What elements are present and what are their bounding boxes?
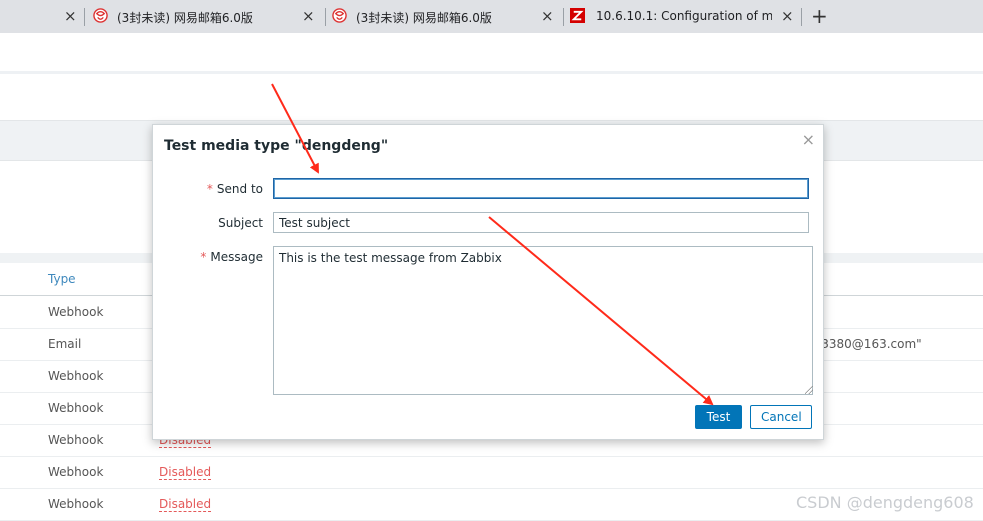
tab-title: 10.6.10.1: Configuration of media xyxy=(596,9,772,23)
browser-tab-netease-2[interactable]: (3封未读) 网易邮箱6.0版 × xyxy=(326,0,563,33)
subject-input[interactable] xyxy=(273,212,809,233)
watermark: CSDN @dengdeng608 xyxy=(796,493,974,512)
new-tab-button[interactable]: + xyxy=(811,4,828,28)
row-type: Webhook xyxy=(48,305,104,319)
tab-title: (3封未读) 网易邮箱6.0版 xyxy=(117,11,253,25)
close-icon[interactable]: × xyxy=(802,130,815,149)
message-textarea[interactable]: This is the test message from Zabbix xyxy=(273,246,813,395)
browser-tab-netease-1[interactable]: (3封未读) 网易邮箱6.0版 × xyxy=(85,0,325,33)
subject-label: Subject xyxy=(218,216,263,230)
status-disabled-link[interactable]: Disabled xyxy=(159,497,212,512)
row-type: Email xyxy=(48,337,82,351)
zabbix-icon xyxy=(570,8,585,23)
tab-title: (3封未读) 网易邮箱6.0版 xyxy=(356,11,492,25)
textarea-resize-handle[interactable] xyxy=(805,386,813,394)
browser-tab-previous[interactable]: × xyxy=(0,0,84,33)
page-divider xyxy=(0,71,983,74)
required-asterisk: * xyxy=(206,182,213,196)
tab-separator xyxy=(801,8,802,26)
column-header-type[interactable]: Type xyxy=(48,272,76,286)
status-disabled-link[interactable]: Disabled xyxy=(159,465,212,480)
required-asterisk: * xyxy=(200,250,207,264)
row-type: Webhook xyxy=(48,433,104,447)
tab-close-icon[interactable]: × xyxy=(781,7,794,25)
tab-close-icon[interactable]: × xyxy=(541,7,554,25)
row-type: Webhook xyxy=(48,465,104,479)
row-type: Webhook xyxy=(48,497,104,511)
tab-close-icon[interactable]: × xyxy=(64,7,77,25)
netease-mail-icon xyxy=(93,8,108,23)
browser-tab-bar: × (3封未读) 网易邮箱6.0版 × (3封未读) 网易邮箱6.0版 × 10… xyxy=(0,0,983,33)
test-media-type-dialog: Test media type "dengdeng" × * Send to Su… xyxy=(152,124,824,440)
row-type: Webhook xyxy=(48,369,104,383)
subject-label-text: Subject xyxy=(218,216,263,230)
cancel-button[interactable]: Cancel xyxy=(750,405,812,429)
dialog-title: Test media type "dengdeng" xyxy=(164,138,389,154)
message-label-text: Message xyxy=(210,250,263,264)
browser-tab-zabbix[interactable]: 10.6.10.1: Configuration of media × xyxy=(564,0,801,33)
table-row: Webhook Disabled xyxy=(0,456,983,489)
tab-close-icon[interactable]: × xyxy=(302,7,315,25)
netease-mail-icon xyxy=(332,8,347,23)
message-label: * Message xyxy=(200,250,263,264)
row-type: Webhook xyxy=(48,401,104,415)
page-toolbar xyxy=(0,33,983,72)
test-button[interactable]: Test xyxy=(695,405,742,429)
send-to-input[interactable] xyxy=(273,178,809,199)
send-to-label-text: Send to xyxy=(216,182,263,196)
send-to-label: * Send to xyxy=(207,182,263,196)
